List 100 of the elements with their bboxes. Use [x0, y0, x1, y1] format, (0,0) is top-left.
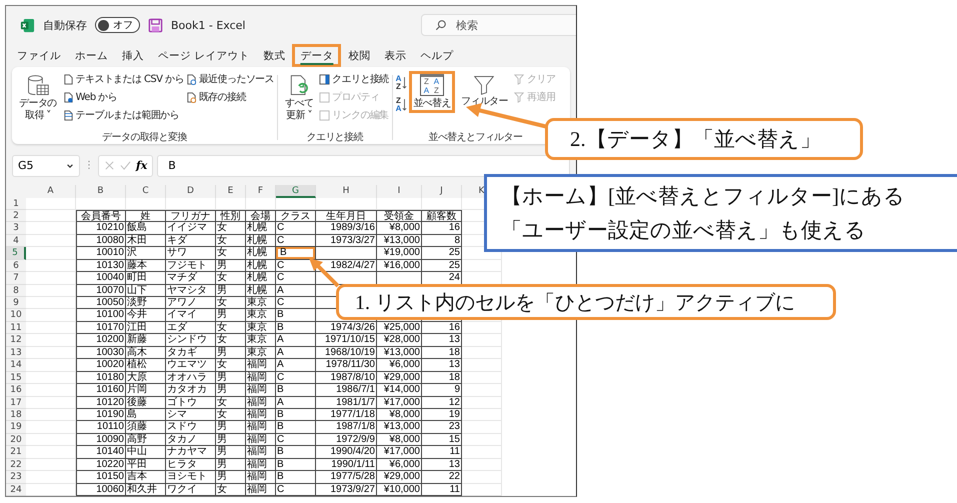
search-field[interactable]: 検索 [421, 14, 576, 36]
column-heading: 生年月日 [316, 210, 377, 222]
ribbon-tab[interactable]: ページ レイアウト [151, 44, 256, 68]
row-header[interactable]: 2 [6, 210, 26, 222]
callout-text: 【ホーム】[並べ替えとフィルター]にある [501, 183, 906, 210]
insert-function-button[interactable]: fx [136, 159, 148, 172]
ribbon-tab[interactable]: 校閲 [341, 44, 378, 68]
formula-field[interactable]: B [157, 154, 570, 177]
table-cell: 10140 [76, 446, 126, 459]
table-cell: 10170 [76, 322, 126, 334]
column-header[interactable]: H [316, 185, 377, 198]
ribbon-command[interactable]: 既存の接続 [186, 89, 274, 106]
table-cell: 10040 [76, 272, 126, 285]
ribbon-command[interactable]: テーブルまたは範囲から [62, 107, 184, 124]
table-cell: シマ [166, 408, 216, 422]
table-cell: 15 [422, 434, 462, 446]
table-cell: 18 [422, 372, 462, 384]
sort-button[interactable]: Z A A Z 並べ替え [409, 71, 455, 114]
ribbon-command[interactable]: Web から [62, 89, 184, 106]
row-header[interactable]: 20 [6, 434, 26, 446]
table-cell: ¥8,000 [377, 434, 422, 446]
table-cell: 10050 [76, 297, 126, 310]
column-header[interactable]: B [76, 185, 126, 198]
autosave-toggle[interactable]: オフ [95, 17, 140, 34]
column-header[interactable]: C [126, 185, 166, 198]
table-cell: タカギ [166, 346, 216, 360]
sort-order-button[interactable]: Z A [396, 97, 408, 114]
column-header[interactable]: J [422, 185, 462, 198]
table-cell: オオハラ [166, 372, 216, 384]
table-cell: 1990/4/20 [316, 446, 377, 459]
row-header[interactable]: 14 [6, 359, 26, 372]
get-data-button[interactable]: データの 取得 ˅ [15, 71, 61, 126]
row-header[interactable]: 6 [6, 260, 26, 272]
row-header[interactable]: 24 [6, 484, 26, 496]
sort-order-button[interactable]: A Z [396, 75, 408, 92]
row-header[interactable]: 8 [6, 284, 26, 297]
ribbon-tab[interactable]: 挿入 [115, 44, 151, 68]
table-cell: 高野 [126, 434, 166, 446]
table-cell: A [276, 334, 316, 347]
table-cell: ワクイ [166, 484, 216, 496]
row-header[interactable]: 11 [6, 322, 26, 334]
refresh-all-button[interactable]: すべて 更新 ˅ [280, 71, 318, 126]
row-header[interactable]: 23 [6, 471, 26, 484]
column-header[interactable]: A [26, 185, 76, 198]
table-cell: C [276, 222, 316, 235]
table-cell: マチダ [166, 272, 216, 285]
autosave-label: 自動保存 [43, 18, 87, 33]
table-cell: ¥19,000 [377, 247, 422, 260]
ribbon-tab[interactable]: 数式 [256, 44, 292, 68]
row-header[interactable]: 10 [6, 309, 26, 322]
table-cell: 飯島 [126, 222, 166, 235]
table-cell: ¥13,000 [377, 421, 422, 434]
row-header[interactable]: 12 [6, 334, 26, 347]
table-cell: ¥29,000 [377, 471, 422, 484]
table-cell: 淡野 [126, 297, 166, 310]
table-cell: 福岡 [246, 446, 276, 459]
row-header[interactable]: 7 [6, 272, 26, 285]
table-cell: 8 [422, 234, 462, 248]
ribbon-command[interactable]: クエリと接続 [319, 71, 389, 88]
ribbon-command[interactable]: テキストまたは CSV から [62, 71, 184, 88]
row-header[interactable]: 16 [6, 384, 26, 396]
ribbon-tab[interactable]: 表示 [377, 44, 414, 68]
table-cell: 男 [216, 260, 246, 272]
table-cell: 片岡 [126, 384, 166, 396]
column-header[interactable]: G [276, 185, 316, 198]
row-header[interactable]: 13 [6, 346, 26, 360]
row-header[interactable]: 1 [6, 198, 26, 210]
row-header[interactable]: 5 [6, 247, 26, 260]
table-cell: 10180 [76, 372, 126, 384]
table-cell: 22 [422, 471, 462, 484]
row-header[interactable]: 15 [6, 372, 26, 384]
row-header[interactable]: 18 [6, 408, 26, 422]
column-header[interactable]: I [377, 185, 422, 198]
row-header[interactable]: 19 [6, 421, 26, 434]
row-header[interactable]: 22 [6, 458, 26, 472]
table-cell: 10020 [76, 359, 126, 372]
table-cell: 10130 [76, 260, 126, 272]
table-cell: B [276, 309, 316, 322]
row-header[interactable]: 4 [6, 234, 26, 248]
name-box[interactable]: G5 [12, 154, 80, 177]
column-header[interactable]: F [246, 185, 276, 198]
active-cell[interactable]: B [276, 247, 316, 260]
table-cell: ¥14,000 [377, 384, 422, 396]
row-header[interactable]: 3 [6, 222, 26, 235]
row-header[interactable]: 9 [6, 297, 26, 310]
ribbon-command[interactable]: 最近使ったソース [186, 71, 274, 88]
table-cell: 男 [216, 284, 246, 297]
table-cell: C [276, 272, 316, 285]
table-cell: 10210 [76, 222, 126, 235]
table-cell: 1973/3/27 [316, 234, 377, 248]
ribbon-tab[interactable]: ヘルプ [413, 44, 460, 68]
table-cell: 16 [422, 322, 462, 334]
column-header[interactable]: E [216, 185, 246, 198]
table-cell: 福岡 [246, 372, 276, 384]
row-header[interactable]: 17 [6, 396, 26, 409]
row-header[interactable]: 21 [6, 446, 26, 459]
ribbon-tab[interactable]: ホーム [68, 44, 115, 68]
column-header[interactable]: D [166, 185, 216, 198]
table-cell: 1971/10/15 [316, 334, 377, 347]
ribbon-tab[interactable]: ファイル [10, 44, 68, 68]
